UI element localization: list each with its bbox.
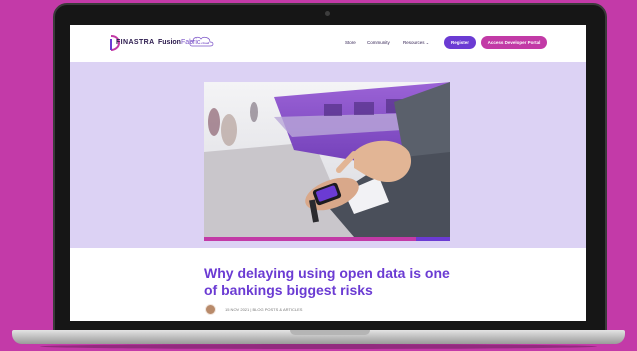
nav-resources-label: Resources bbox=[403, 40, 425, 45]
cloud-outline-icon bbox=[189, 36, 214, 47]
browser-screen: FINASTRA FusionFabric.cloud Store Commun… bbox=[70, 25, 586, 321]
hero-image bbox=[204, 82, 450, 237]
finastra-wordmark[interactable]: FINASTRA bbox=[116, 39, 155, 46]
article-meta: 15 NOV 2021 | BLOG POSTS & ARTICLES bbox=[225, 307, 303, 312]
laptop-shadow bbox=[40, 344, 597, 349]
author-avatar bbox=[205, 304, 216, 315]
camera-icon bbox=[325, 11, 330, 16]
fusion-bold-text: Fusion bbox=[158, 39, 181, 46]
chevron-down-icon: ⌄ bbox=[425, 40, 430, 45]
site-header: FINASTRA FusionFabric.cloud Store Commun… bbox=[70, 25, 586, 62]
developer-portal-button[interactable]: Access Developer Portal bbox=[481, 36, 547, 49]
nav-resources-dropdown[interactable]: Resources ⌄ bbox=[403, 40, 429, 45]
hero-accent-bar-magenta bbox=[204, 237, 416, 241]
laptop-notch bbox=[290, 330, 370, 335]
hero-accent-bar-purple bbox=[416, 237, 450, 241]
nav-community-link[interactable]: Community bbox=[367, 40, 390, 45]
register-button[interactable]: Register bbox=[444, 36, 476, 49]
nav-store-link[interactable]: Store bbox=[345, 40, 356, 45]
smartwatch-photo-illustration bbox=[204, 82, 450, 237]
article-title: Why delaying using open data is one of b… bbox=[204, 265, 450, 298]
